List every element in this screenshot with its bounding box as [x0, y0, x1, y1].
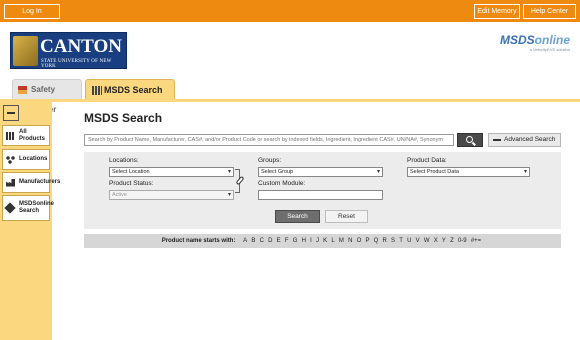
locations-icon	[6, 155, 15, 164]
canton-logo-subtext: STATE UNIVERSITY OF NEW YORK	[41, 59, 112, 69]
product-data-select[interactable]: Select Product Data	[407, 167, 530, 177]
search-submit-button[interactable]	[457, 133, 483, 147]
advanced-search-button[interactable]: Advanced Search	[488, 133, 561, 147]
sidebar-item-all-products[interactable]: All Products	[2, 125, 50, 146]
alphabet-letter-link[interactable]: X	[434, 234, 438, 248]
search-icon	[466, 136, 473, 143]
page-title: MSDS Search	[84, 111, 163, 125]
search-input[interactable]	[84, 134, 454, 146]
sidebar-item-label: MSDSonline Search	[19, 201, 55, 214]
alphabet-letter-link[interactable]: N	[348, 234, 352, 248]
canton-logo[interactable]: CANTON STATE UNIVERSITY OF NEW YORK	[10, 32, 127, 69]
minus-icon	[493, 139, 501, 141]
alphabet-letter-link[interactable]: G	[293, 234, 298, 248]
collapse-sidebar-icon[interactable]	[3, 105, 19, 121]
sidebar-item-msdsonline-search[interactable]: MSDSonline Search	[2, 195, 54, 221]
alphabet-letter-link[interactable]: S	[391, 234, 395, 248]
tab-safety-center[interactable]: Safety Center	[12, 79, 82, 114]
alphabet-letter-link[interactable]: R	[383, 234, 387, 248]
alphabet-letter-link[interactable]: U	[407, 234, 411, 248]
product-status-label: Product Status:	[109, 180, 154, 187]
login-button[interactable]: Log In	[4, 4, 60, 19]
sidebar-item-label: All Products	[19, 128, 46, 142]
alphabet-letters: A B C D E F G H I J K L M N O P Q R S T U V W X Y Z 0-9 #+=	[241, 238, 483, 244]
msds-logo-online: online	[534, 33, 570, 47]
filter-panel: Locations: Select Location Product Statu…	[84, 152, 561, 229]
sidebar-item-label: Locations	[19, 156, 48, 162]
alphabet-letter-link[interactable]: H	[302, 234, 306, 248]
flag-icon	[18, 86, 27, 94]
alphabet-letter-link[interactable]: J	[316, 234, 319, 248]
university-seal-icon	[13, 36, 38, 66]
alphabet-letter-link[interactable]: L	[331, 234, 334, 248]
sidebar-item-label: Manufacturers	[19, 179, 61, 185]
groups-select[interactable]: Select Group	[258, 167, 383, 177]
alphabet-letter-link[interactable]: V	[416, 234, 420, 248]
product-status-select[interactable]: Active	[109, 190, 234, 200]
alphabet-letter-link[interactable]: Y	[442, 234, 446, 248]
tab-underline	[0, 99, 580, 102]
canton-logo-text: CANTON	[40, 36, 122, 57]
alphabet-letter-link[interactable]: B	[251, 234, 255, 248]
alphabet-label: Product name starts with:	[161, 238, 236, 244]
tab-label: MSDS Search	[104, 85, 163, 95]
custom-module-input[interactable]	[258, 190, 383, 200]
custom-module-label: Custom Module:	[258, 180, 306, 187]
advanced-search-label: Advanced Search	[504, 136, 556, 143]
alphabet-letter-link[interactable]: M	[339, 234, 344, 248]
alphabet-letter-link[interactable]: Q	[374, 234, 379, 248]
alphabet-letter-link[interactable]: W	[424, 234, 430, 248]
groups-label: Groups:	[258, 157, 282, 164]
alphabet-letter-link[interactable]: Z	[450, 234, 454, 248]
alphabet-letter-link[interactable]: K	[323, 234, 327, 248]
binders-icon	[92, 86, 102, 95]
edit-memory-button[interactable]: Edit Memory	[474, 4, 520, 19]
alphabet-letter-link[interactable]: E	[277, 234, 281, 248]
alphabet-letter-link[interactable]: P	[365, 234, 369, 248]
msds-logo-main: MSDS	[499, 33, 535, 47]
sidebar: All Products Locations Manufacturers MSD…	[0, 102, 60, 340]
sidebar-item-locations[interactable]: Locations	[2, 149, 50, 170]
alphabet-letter-link[interactable]: I	[310, 234, 312, 248]
locations-label: Locations:	[109, 157, 139, 164]
sidebar-item-manufacturers[interactable]: Manufacturers	[2, 172, 60, 193]
msds-logo-tagline: a VelocityEHS solution	[529, 47, 570, 52]
diamond-icon	[4, 202, 16, 214]
alphabet-letter-link[interactable]: C	[260, 234, 264, 248]
alphabet-letter-link[interactable]: D	[268, 234, 272, 248]
locations-select[interactable]: Select Location	[109, 167, 234, 177]
factory-icon	[6, 178, 15, 187]
search-button[interactable]: Search	[275, 210, 320, 223]
alphabet-filter-bar: Product name starts with: ABCDEFGHIJKLMN…	[84, 234, 561, 248]
alphabet-letter-link[interactable]: F	[285, 234, 289, 248]
help-center-button[interactable]: Help Center	[523, 4, 576, 19]
alphabet-letter-link[interactable]: A	[243, 234, 247, 248]
alphabet-letter-link[interactable]: O	[357, 234, 362, 248]
msdsonline-logo: MSDSonline a VelocityEHS solution	[474, 34, 570, 54]
top-bar: Log In Edit Memory Help Center	[0, 0, 580, 22]
product-data-label: Product Data:	[407, 157, 447, 164]
alphabet-letter-link[interactable]: #+=	[471, 234, 481, 248]
tab-msds-search[interactable]: MSDS Search	[85, 79, 175, 99]
reset-button[interactable]: Reset	[325, 210, 368, 223]
alphabet-letter-link[interactable]: T	[399, 234, 403, 248]
alphabet-letter-link[interactable]: 0-9	[458, 234, 467, 248]
binders-icon	[6, 131, 15, 140]
